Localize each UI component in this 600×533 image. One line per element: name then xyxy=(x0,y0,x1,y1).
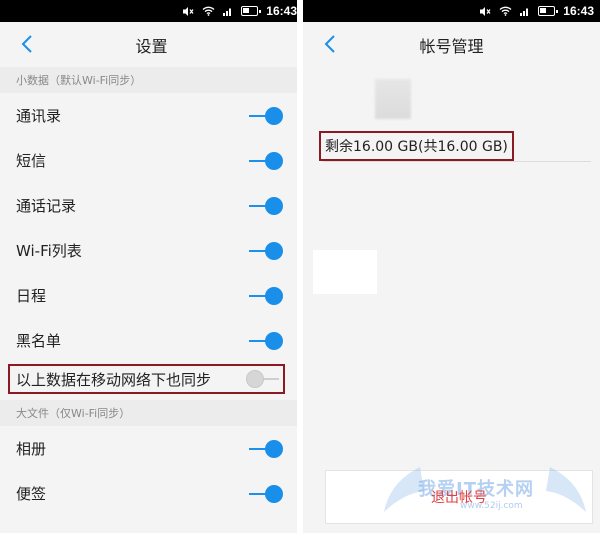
row-label: 黑名单 xyxy=(16,332,62,350)
logout-button[interactable]: 退出帐号 xyxy=(325,470,593,524)
mute-icon xyxy=(182,6,194,17)
avatar xyxy=(375,79,411,119)
logout-label: 退出帐号 xyxy=(431,490,487,506)
row-label: 以上数据在移动网络下也同步 xyxy=(16,370,212,389)
notes-sync-toggle[interactable] xyxy=(249,484,283,503)
row-label: 通讯录 xyxy=(16,107,62,125)
status-time: 16:43 xyxy=(563,4,594,18)
status-bar: 16:43 xyxy=(303,0,600,22)
blacklist-sync-toggle[interactable] xyxy=(249,331,283,350)
page-title: 设置 xyxy=(135,36,168,56)
back-arrow-icon[interactable] xyxy=(18,34,38,54)
row-label: 通话记录 xyxy=(16,197,77,215)
battery-icon xyxy=(241,6,262,16)
row-label: 日程 xyxy=(16,287,47,305)
sync-row-call-log[interactable]: 通话记录 xyxy=(0,183,303,228)
row-label: 短信 xyxy=(16,152,47,170)
wifi-icon xyxy=(499,6,512,16)
settings-screen: 16:43 设置 小数据（默认Wi-Fi同步） 通讯录 短信 通话记录 Wi-F… xyxy=(0,0,303,533)
sync-row-sms[interactable]: 短信 xyxy=(0,138,303,183)
sync-row-calendar[interactable]: 日程 xyxy=(0,273,303,318)
row-label: 相册 xyxy=(16,440,47,458)
title-bar: 帐号管理 xyxy=(303,22,600,67)
row-label: 便签 xyxy=(16,485,47,503)
account-management-screen: 16:43 帐号管理 剩余16.00 GB(共16.00 GB) 退出帐号 我爱… xyxy=(297,0,600,533)
divider xyxy=(323,161,591,162)
calendar-sync-toggle[interactable] xyxy=(249,286,283,305)
sms-sync-toggle[interactable] xyxy=(249,151,283,170)
call-log-sync-toggle[interactable] xyxy=(249,196,283,215)
mute-icon xyxy=(479,6,491,17)
signal-icon xyxy=(520,6,530,16)
sync-row-album[interactable]: 相册 xyxy=(0,426,303,471)
sync-row-blacklist[interactable]: 黑名单 xyxy=(0,318,303,363)
wifi-list-sync-toggle[interactable] xyxy=(249,241,283,260)
sync-row-contacts[interactable]: 通讯录 xyxy=(0,93,303,138)
page-title: 帐号管理 xyxy=(419,36,484,56)
section-label-large-files: 大文件（仅Wi-Fi同步） xyxy=(0,400,303,426)
battery-icon xyxy=(538,6,559,16)
blank-card xyxy=(313,250,377,294)
section-label-small-data: 小数据（默认Wi-Fi同步） xyxy=(0,67,303,93)
title-bar: 设置 xyxy=(0,22,303,67)
back-arrow-icon[interactable] xyxy=(321,34,341,54)
status-bar: 16:43 xyxy=(0,0,303,22)
wifi-icon xyxy=(202,6,215,16)
mobile-network-sync-toggle[interactable] xyxy=(246,370,279,388)
row-label: Wi-Fi列表 xyxy=(16,242,82,260)
contacts-sync-toggle[interactable] xyxy=(249,106,283,125)
storage-info: 剩余16.00 GB(共16.00 GB) xyxy=(319,131,514,161)
account-content: 剩余16.00 GB(共16.00 GB) 退出帐号 我爱IT技术网 www.5… xyxy=(303,67,600,533)
album-sync-toggle[interactable] xyxy=(249,439,283,458)
signal-icon xyxy=(223,6,233,16)
mobile-network-sync-row[interactable]: 以上数据在移动网络下也同步 xyxy=(8,364,285,394)
sync-row-notes[interactable]: 便签 xyxy=(0,471,303,516)
sync-row-wifi-list[interactable]: Wi-Fi列表 xyxy=(0,228,303,273)
status-time: 16:43 xyxy=(266,4,297,18)
